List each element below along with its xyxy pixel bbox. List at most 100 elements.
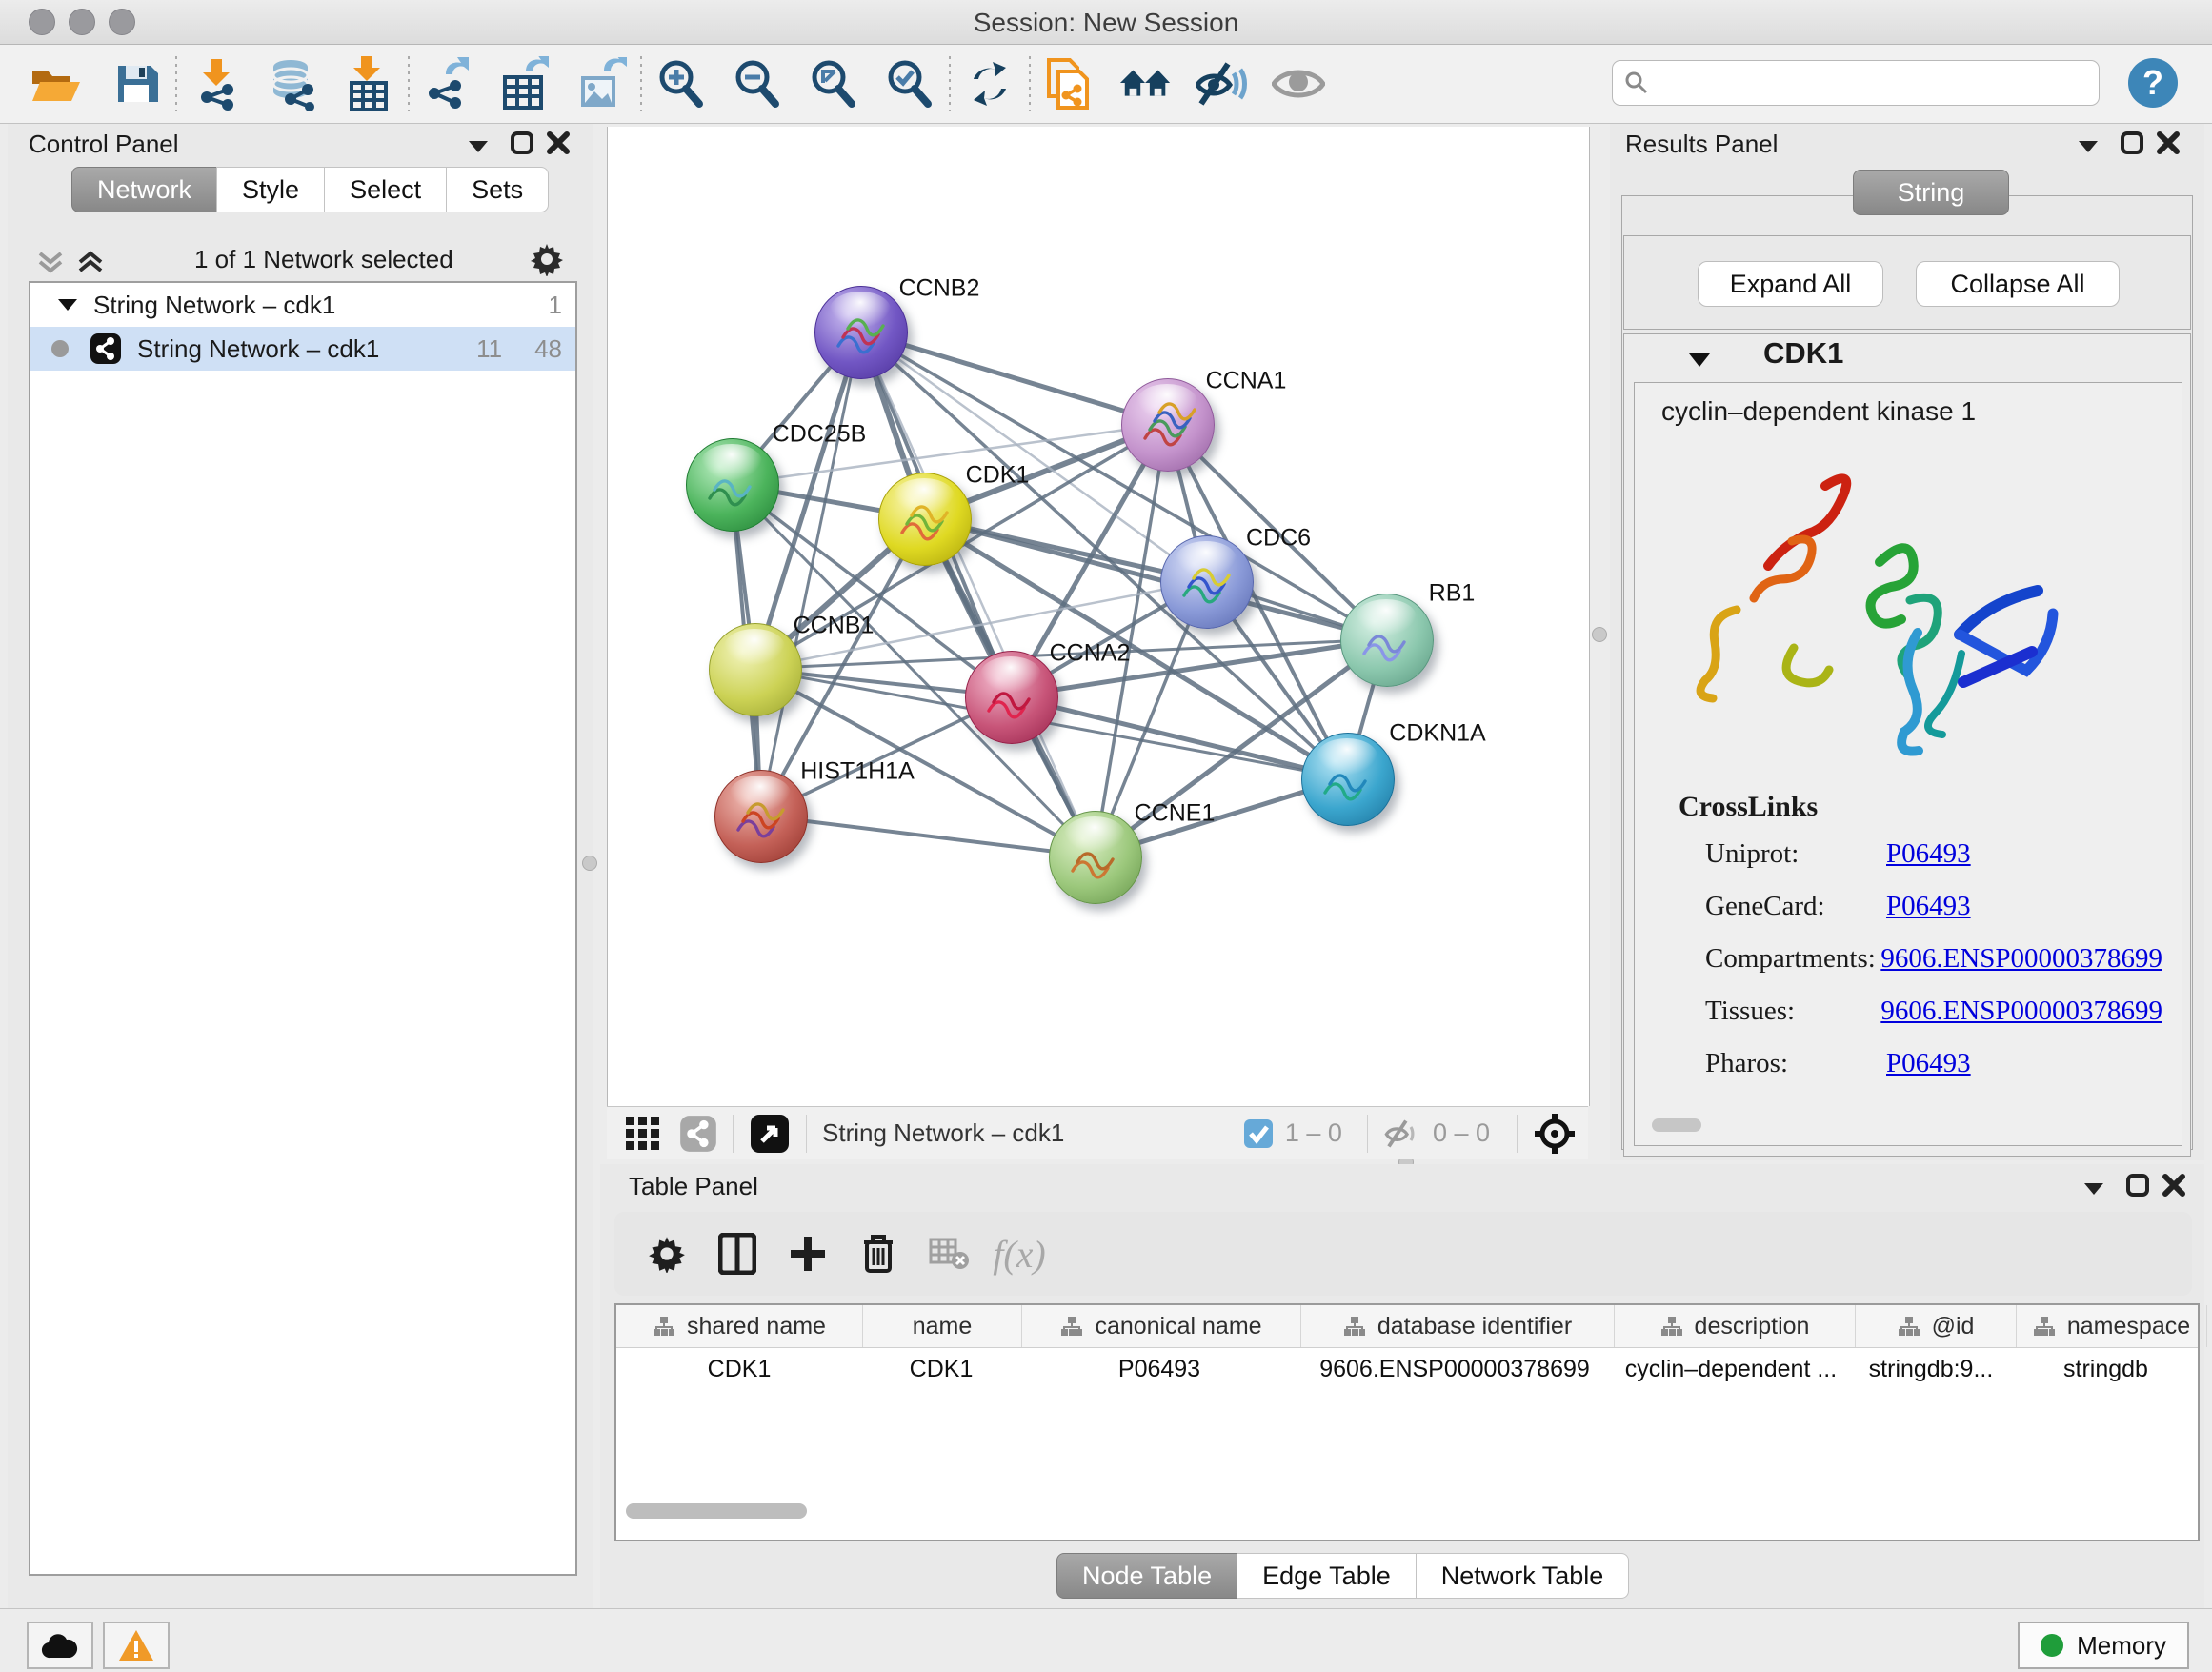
network-collection-row[interactable]: String Network – cdk1 1 <box>30 283 575 327</box>
network-node-cdk1[interactable] <box>878 473 972 566</box>
table-settings-gear-icon[interactable] <box>632 1223 702 1284</box>
expand-all-button[interactable]: Expand All <box>1698 261 1883 307</box>
selected-checkbox-icon[interactable] <box>1243 1118 1274 1149</box>
collapse-triangle-icon[interactable] <box>57 297 78 312</box>
table-hscrollbar-thumb[interactable] <box>626 1503 807 1519</box>
crosslink-value-link[interactable]: P06493 <box>1886 891 1971 922</box>
copy-network-icon[interactable] <box>1042 56 1097 111</box>
gene-collapse-icon[interactable] <box>1687 352 1712 369</box>
crosslink-value-link[interactable]: P06493 <box>1886 838 1971 870</box>
right-splitter-handle[interactable] <box>1592 627 1607 642</box>
tab-node-table[interactable]: Node Table <box>1056 1553 1237 1599</box>
zoom-in-icon[interactable] <box>654 56 709 111</box>
crosslink-row: Uniprot:P06493 <box>1705 838 2162 870</box>
panel-close-icon[interactable] <box>547 131 570 154</box>
search-box[interactable] <box>1612 60 2100 106</box>
export-network-icon[interactable] <box>421 56 476 111</box>
column-header-shared-name[interactable]: shared name <box>616 1305 863 1347</box>
collapse-all-button[interactable]: Collapse All <box>1916 261 2120 307</box>
open-session-icon[interactable] <box>29 56 84 111</box>
table-close-icon[interactable] <box>2162 1174 2185 1197</box>
search-input[interactable] <box>1649 69 2099 97</box>
table-cell[interactable]: 9606.ENSP00000378699 <box>1298 1348 1611 1390</box>
node-table-header: shared namenamecanonical namedatabase id… <box>616 1305 2198 1348</box>
expand-all-icon[interactable] <box>76 248 105 276</box>
hide-selected-icon[interactable] <box>1195 56 1250 111</box>
table-cell[interactable]: CDK1 <box>616 1348 862 1390</box>
column-header-name[interactable]: name <box>863 1305 1022 1347</box>
column-header-description[interactable]: description <box>1615 1305 1856 1347</box>
crosslink-value-link[interactable]: 9606.ENSP00000378699 <box>1880 943 2162 975</box>
tab-string[interactable]: String <box>1853 170 2009 215</box>
home-network-icon[interactable] <box>1118 56 1174 111</box>
tab-network[interactable]: Network <box>71 167 217 212</box>
column-header--id[interactable]: @id <box>1856 1305 2017 1347</box>
memory-button[interactable]: Memory <box>2018 1622 2189 1669</box>
table-cell[interactable]: CDK1 <box>862 1348 1020 1390</box>
delete-column-icon[interactable] <box>843 1223 914 1284</box>
results-panel: Results Panel String Expand All Collapse… <box>1610 124 2204 1160</box>
network-canvas[interactable]: CCNB2CCNA1CDC25BCDK1CDC6RB1CCNB1CCNA2CDK… <box>607 127 1590 1106</box>
results-scrollbar-thumb[interactable] <box>1652 1118 1701 1132</box>
table-cell[interactable]: P06493 <box>1020 1348 1298 1390</box>
network-node-ccna1[interactable] <box>1121 378 1215 472</box>
refresh-layout-icon[interactable] <box>962 56 1017 111</box>
network-node-rb1[interactable] <box>1340 594 1434 687</box>
network-row[interactable]: String Network – cdk1 11 48 <box>30 327 575 371</box>
network-node-ccne1[interactable] <box>1049 811 1142 904</box>
column-header-namespace[interactable]: namespace <box>2017 1305 2207 1347</box>
import-table-icon[interactable] <box>341 56 396 111</box>
network-node-ccna2[interactable] <box>965 651 1058 744</box>
tab-network-table[interactable]: Network Table <box>1416 1553 1630 1599</box>
table-cell[interactable]: cyclin–dependent ... <box>1611 1348 1851 1390</box>
import-network-icon[interactable] <box>189 56 244 111</box>
results-maximize-icon[interactable] <box>2121 131 2143 154</box>
results-close-icon[interactable] <box>2157 131 2180 154</box>
tab-select[interactable]: Select <box>324 167 447 212</box>
export-table-icon[interactable] <box>497 56 553 111</box>
network-node-cdc25b[interactable] <box>686 438 779 532</box>
zoom-fit-icon[interactable] <box>806 56 861 111</box>
network-node-cdkn1a[interactable] <box>1301 733 1395 826</box>
show-all-icon[interactable] <box>1271 56 1326 111</box>
column-type-icon <box>1898 1316 1920 1337</box>
tab-edge-table[interactable]: Edge Table <box>1237 1553 1417 1599</box>
network-node-ccnb2[interactable] <box>814 286 908 379</box>
show-columns-icon[interactable] <box>702 1223 773 1284</box>
help-icon[interactable]: ? <box>2128 58 2178 108</box>
network-options-gear-icon[interactable] <box>530 242 564 276</box>
crosslink-value-link[interactable]: 9606.ENSP00000378699 <box>1880 996 2162 1027</box>
collapse-all-icon[interactable] <box>36 248 65 276</box>
results-float-icon[interactable] <box>2077 139 2100 154</box>
column-header-canonical-name[interactable]: canonical name <box>1022 1305 1301 1347</box>
zoom-selected-icon[interactable] <box>882 56 937 111</box>
column-header-database-identifier[interactable]: database identifier <box>1301 1305 1615 1347</box>
zoom-out-icon[interactable] <box>730 56 785 111</box>
grid-view-icon[interactable] <box>624 1115 662 1153</box>
center-view-icon[interactable] <box>1533 1112 1577 1156</box>
warning-button[interactable] <box>103 1622 170 1669</box>
node-label-cdc25b: CDC25B <box>773 421 867 449</box>
add-column-icon[interactable] <box>773 1223 843 1284</box>
save-session-icon[interactable] <box>109 56 164 111</box>
import-database-icon[interactable] <box>265 56 320 111</box>
table-cell[interactable]: stringdb:9... <box>1851 1348 2011 1390</box>
crosslink-value-link[interactable]: P06493 <box>1886 1048 1971 1079</box>
birdseye-view-icon[interactable] <box>749 1113 791 1155</box>
panel-maximize-icon[interactable] <box>511 131 533 154</box>
network-node-ccnb1[interactable] <box>709 623 802 716</box>
network-node-cdc6[interactable] <box>1160 535 1254 629</box>
network-node-hist1h1a[interactable] <box>714 770 808 863</box>
tab-sets[interactable]: Sets <box>446 167 549 212</box>
export-image-icon[interactable] <box>573 56 629 111</box>
panel-float-icon[interactable] <box>467 139 490 154</box>
table-cell[interactable]: stringdb <box>2011 1348 2201 1390</box>
table-maximize-icon[interactable] <box>2126 1174 2149 1197</box>
table-row[interactable]: CDK1CDK1P064939606.ENSP00000378699cyclin… <box>616 1348 2198 1390</box>
table-float-icon[interactable] <box>2082 1181 2105 1197</box>
tab-style[interactable]: Style <box>216 167 325 212</box>
left-splitter-handle[interactable] <box>582 856 597 871</box>
crosslink-row: GeneCard:P06493 <box>1705 891 2162 922</box>
network-view-icon[interactable] <box>679 1115 717 1153</box>
cloud-button[interactable] <box>27 1622 93 1669</box>
